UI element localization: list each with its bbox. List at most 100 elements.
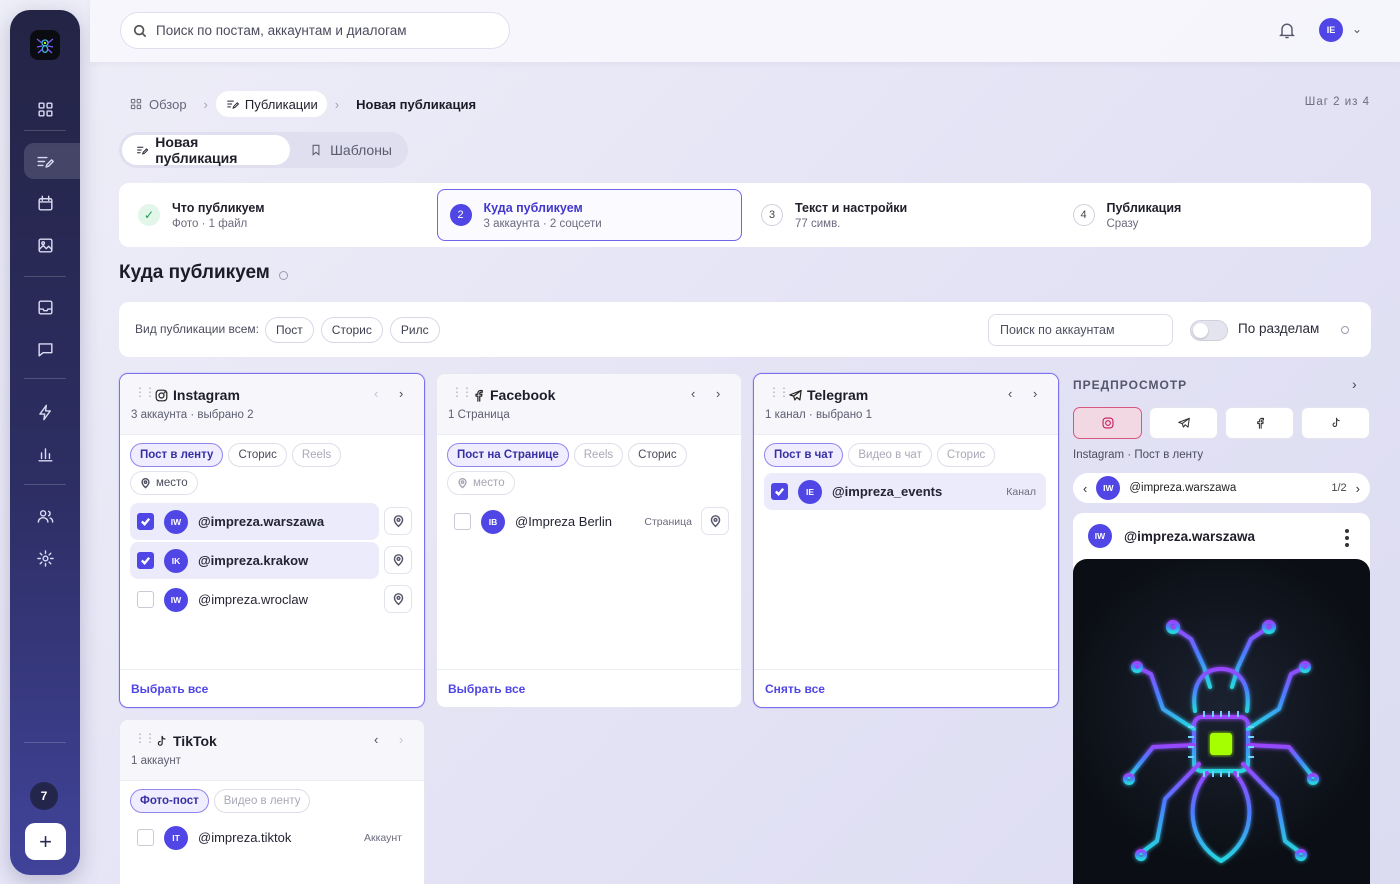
sidebar-item-inbox[interactable] xyxy=(25,289,65,325)
format-stories[interactable]: Сторис xyxy=(628,443,687,467)
chevron-left-icon[interactable]: ‹ xyxy=(374,386,378,401)
account-row[interactable]: IB @Impreza Berlin Страница xyxy=(447,503,700,540)
preview-tab-instagram[interactable] xyxy=(1073,407,1142,439)
account-search-input[interactable]: Поиск по аккаунтам xyxy=(988,314,1173,346)
format-feed-video[interactable]: Видео в ленту xyxy=(213,789,311,813)
step-where[interactable]: 2 Куда публикуем 3 аккаунта · 2 соцсети xyxy=(436,189,742,241)
breadcrumb-publications[interactable]: Публикации xyxy=(215,91,327,117)
step-subtitle: Сразу xyxy=(1106,217,1139,230)
sections-toggle[interactable] xyxy=(1190,320,1228,341)
format-feed-post[interactable]: Пост в ленту xyxy=(130,443,224,467)
chevron-right-icon[interactable]: › xyxy=(1352,376,1357,392)
format-reels[interactable]: Reels xyxy=(291,443,342,467)
account-row[interactable]: IE @impreza_events Канал xyxy=(764,473,1046,510)
account-row[interactable]: IK @impreza.krakow xyxy=(130,542,379,579)
chevron-right-icon[interactable]: › xyxy=(1033,386,1037,401)
info-icon[interactable] xyxy=(1341,326,1349,334)
chip-stories[interactable]: Сторис xyxy=(320,317,383,343)
chip-reels[interactable]: Рилс xyxy=(389,317,440,343)
format-reels[interactable]: Reels xyxy=(573,443,624,467)
account-row[interactable]: IT @impreza.tiktok Аккаунт xyxy=(130,819,412,856)
app-logo[interactable] xyxy=(30,30,60,60)
deselect-all-button[interactable]: Снять все xyxy=(765,682,825,696)
format-page-post[interactable]: Пост на Странице xyxy=(447,443,569,467)
account-checkbox[interactable] xyxy=(137,591,154,608)
info-icon[interactable] xyxy=(278,270,288,280)
sidebar-item-messages[interactable] xyxy=(25,331,65,367)
account-name: @impreza.tiktok xyxy=(198,830,292,845)
format-chat-video[interactable]: Видео в чат xyxy=(848,443,932,467)
drag-handle-icon[interactable]: ⋮⋮ xyxy=(451,386,473,398)
chip-post[interactable]: Пост xyxy=(265,317,314,343)
location-button[interactable] xyxy=(384,507,412,535)
chevron-right-icon[interactable]: › xyxy=(1356,481,1360,496)
account-row[interactable]: IW @impreza.warszawa xyxy=(130,503,379,540)
preview-tab-telegram[interactable] xyxy=(1149,407,1218,439)
account-checkbox[interactable] xyxy=(771,483,788,500)
sidebar-item-analytics[interactable] xyxy=(25,436,65,472)
breadcrumb-overview[interactable]: Обзор xyxy=(120,91,196,117)
drag-handle-icon[interactable]: ⋮⋮ xyxy=(134,732,156,744)
account-checkbox[interactable] xyxy=(137,513,154,530)
preview-tab-facebook[interactable] xyxy=(1225,407,1294,439)
notifications-button[interactable] xyxy=(1277,20,1297,45)
chevron-right-icon[interactable]: › xyxy=(399,386,403,401)
location-chip[interactable]: место xyxy=(130,471,198,495)
tab-templates[interactable]: Шаблоны xyxy=(296,135,405,165)
account-checkbox[interactable] xyxy=(454,513,471,530)
create-button[interactable]: + xyxy=(25,823,66,860)
format-photo-post[interactable]: Фото-пост xyxy=(130,789,209,813)
search-icon xyxy=(133,24,147,37)
chevron-right-icon[interactable]: › xyxy=(716,386,720,401)
account-row[interactable]: IW @impreza.wroclaw xyxy=(130,581,379,618)
select-all-button[interactable]: Выбрать все xyxy=(448,682,525,696)
sidebar-item-media[interactable] xyxy=(25,227,65,263)
platform-name: Telegram xyxy=(807,387,869,403)
sidebar-divider xyxy=(24,484,66,485)
avatar: IW xyxy=(1088,524,1112,548)
location-button[interactable] xyxy=(384,546,412,574)
step-text[interactable]: 3 Текст и настройки 77 симв. xyxy=(748,189,1054,241)
chevron-left-icon[interactable]: ‹ xyxy=(1008,386,1012,401)
account-checkbox[interactable] xyxy=(137,829,154,846)
wizard-stepper: ✓ Что публикуем Фото · 1 файл 2 Куда публ… xyxy=(119,183,1371,247)
chevron-left-icon[interactable]: ‹ xyxy=(691,386,695,401)
telegram-icon xyxy=(1177,417,1190,428)
tiktok-icon xyxy=(1332,417,1340,427)
step-publish[interactable]: 4 Публикация Сразу xyxy=(1060,189,1366,241)
publication-type-chips: Пост Сторис Рилс xyxy=(265,317,440,343)
tab-new-publication[interactable]: Новая публикация xyxy=(122,134,291,166)
sidebar-divider xyxy=(24,276,66,277)
chevron-down-icon[interactable]: ⌄ xyxy=(1352,22,1362,36)
chevron-right-icon[interactable]: › xyxy=(399,732,403,747)
more-options-icon[interactable] xyxy=(1345,529,1349,547)
preview-tab-tiktok[interactable] xyxy=(1301,407,1370,439)
drag-handle-icon[interactable]: ⋮⋮ xyxy=(134,386,156,398)
user-avatar[interactable]: IE xyxy=(1319,18,1343,42)
drag-handle-icon[interactable]: ⋮⋮ xyxy=(768,386,790,398)
sidebar-item-team[interactable] xyxy=(25,498,65,534)
select-all-button[interactable]: Выбрать все xyxy=(131,682,208,696)
chevron-left-icon[interactable]: ‹ xyxy=(1083,481,1087,496)
format-stories[interactable]: Сторис xyxy=(936,443,996,467)
calendar-icon xyxy=(37,195,53,211)
sidebar-item-publications[interactable] xyxy=(24,143,80,179)
sidebar-item-calendar[interactable] xyxy=(25,185,65,221)
step-what[interactable]: ✓ Что публикуем Фото · 1 файл xyxy=(125,189,431,241)
location-chip[interactable]: место xyxy=(447,471,515,495)
map-pin-icon xyxy=(458,477,467,489)
sidebar-item-automation[interactable] xyxy=(25,394,65,430)
chevron-left-icon[interactable]: ‹ xyxy=(374,732,378,747)
sections-toggle-label: По разделам xyxy=(1238,321,1320,336)
global-search-input[interactable]: Поиск по постам, аккаунтам и диалогам xyxy=(120,12,510,49)
location-button[interactable] xyxy=(384,585,412,613)
location-button[interactable] xyxy=(701,507,729,535)
neon-spider-chip-image xyxy=(1123,620,1319,863)
sidebar-item-dashboard[interactable] xyxy=(25,91,65,127)
format-stories[interactable]: Сторис xyxy=(228,443,287,467)
account-checkbox[interactable] xyxy=(137,552,154,569)
compose-list-icon xyxy=(227,100,239,109)
notification-count-badge[interactable]: 7 xyxy=(30,782,58,810)
format-chat-post[interactable]: Пост в чат xyxy=(764,443,844,467)
sidebar-item-settings[interactable] xyxy=(25,540,65,576)
